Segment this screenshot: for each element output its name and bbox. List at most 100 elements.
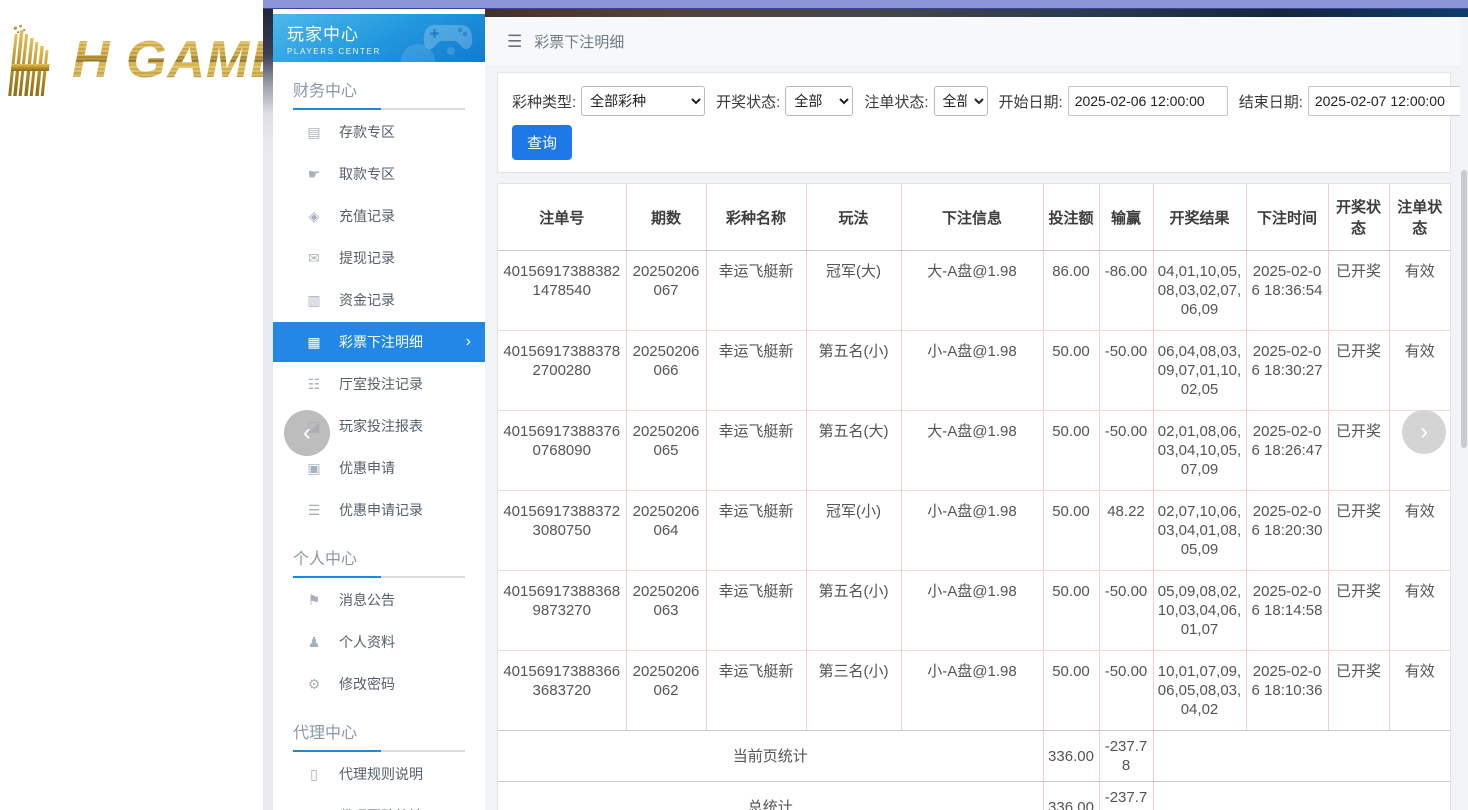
sidebar-item[interactable]: ♟个人资料	[273, 622, 485, 662]
sidebar-item-label: 优惠申请	[339, 458, 395, 478]
start-date-input[interactable]	[1068, 86, 1228, 116]
sidebar-item[interactable]: ▩代理团队统计	[273, 796, 485, 810]
table-header-row: 注单号 期数 彩种名称 玩法 下注信息 投注额 输赢 开奖结果 下注时间 开奖状…	[498, 184, 1450, 251]
table-cell: 20250206064	[626, 491, 706, 571]
table-cell: 401569173883689873270	[498, 571, 626, 651]
sidebar-item-label: 提现记录	[339, 248, 395, 268]
page: H GAME 玩家中心 PLA	[0, 0, 1468, 810]
table-cell: 有效	[1389, 331, 1450, 411]
table-cell: 2025-02-06 18:30:27	[1246, 331, 1328, 411]
draw-status-select[interactable]: 全部	[785, 86, 853, 116]
table-cell: 小-A盘@1.98	[901, 651, 1043, 731]
table-cell: 有效	[1389, 571, 1450, 651]
scrollbar-track[interactable]	[1460, 17, 1468, 810]
sidebar-item[interactable]: ▯代理规则说明	[273, 754, 485, 794]
filter-panel: 彩种类型: 全部彩种 开奖状态: 全部 注单状态:	[497, 72, 1451, 173]
brand-logo: H GAME	[6, 22, 286, 98]
document-icon: ▯	[305, 766, 323, 783]
table-cell: 2025-02-06 18:26:47	[1246, 411, 1328, 491]
sidebar-section-label: 财务中心	[293, 77, 465, 110]
table-cell: 冠军(小)	[806, 491, 901, 571]
top-accent-bar	[263, 0, 1468, 9]
table-cell: 小-A盘@1.98	[901, 571, 1043, 651]
table-row: 40156917388372308075020250206064幸运飞艇新冠军(…	[498, 491, 1450, 571]
page-title: 彩票下注明细	[534, 31, 624, 52]
sidebar-section-label: 代理中心	[293, 719, 465, 752]
logo-mark-icon	[6, 22, 72, 98]
sidebar-item-label: 消息公告	[339, 590, 395, 610]
summary-win-loss-cell: -237.78	[1099, 731, 1153, 782]
query-button[interactable]: 查询	[512, 125, 572, 160]
sidebar-item[interactable]: ▥资金记录	[273, 280, 485, 320]
gear-icon: ⚙	[305, 676, 323, 693]
sidebar-item-label: 玩家投注报表	[339, 416, 423, 436]
sidebar-item[interactable]: ☷厅室投注记录	[273, 364, 485, 404]
end-date-label: 结束日期:	[1239, 91, 1303, 112]
table-cell: 幸运飞艇新	[706, 331, 806, 411]
brand-area: H GAME	[0, 0, 263, 810]
sidebar-item-label: 存款专区	[339, 122, 395, 142]
summary-row: 总统计336.00-237.78	[498, 782, 1450, 810]
table-cell: 已开奖	[1328, 251, 1389, 331]
sidebar-item-label: 个人资料	[339, 632, 395, 652]
sidebar-item[interactable]: ▦彩票下注明细›	[273, 322, 485, 362]
table-row: 40156917388366368372020250206062幸运飞艇新第三名…	[498, 651, 1450, 731]
col-header-bet-time: 下注时间	[1246, 184, 1328, 251]
bet-status-select[interactable]: 全部	[934, 86, 988, 116]
table-cell: -50.00	[1099, 411, 1153, 491]
scrollbar-thumb[interactable]	[1461, 170, 1467, 448]
table-cell: 04,01,10,05,08,03,02,07,06,09	[1153, 251, 1246, 331]
main-content: ☰ 彩票下注明细 彩种类型: 全部彩种 开奖状态: 全部	[485, 17, 1468, 810]
start-date-filter: 开始日期:	[999, 86, 1228, 116]
withdraw-hand-icon: ☛	[305, 166, 323, 183]
table-cell: 20250206063	[626, 571, 706, 651]
table-cell: 大-A盘@1.98	[901, 251, 1043, 331]
chevron-right-icon: ›	[1420, 418, 1428, 446]
table-cell: 401569173883760768090	[498, 411, 626, 491]
table-cell: 50.00	[1043, 491, 1099, 571]
bet-status-label: 注单状态:	[864, 91, 928, 112]
table-cell: 06,04,08,03,09,07,01,10,02,05	[1153, 331, 1246, 411]
bet-detail-table: 注单号 期数 彩种名称 玩法 下注信息 投注额 输赢 开奖结果 下注时间 开奖状…	[498, 184, 1450, 810]
sidebar-item[interactable]: ▤存款专区	[273, 112, 485, 152]
sidebar-item[interactable]: ⚑消息公告	[273, 580, 485, 620]
col-header-bet-amount: 投注额	[1043, 184, 1099, 251]
sidebar-item[interactable]: ☰优惠申请记录	[273, 490, 485, 530]
table-cell: 86.00	[1043, 251, 1099, 331]
table-cell: 401569173883723080750	[498, 491, 626, 571]
sidebar-item-label: 充值记录	[339, 206, 395, 226]
filter-actions: 查询	[512, 125, 1436, 160]
hamburger-menu-icon[interactable]: ☰	[507, 32, 522, 52]
col-header-issue: 期数	[626, 184, 706, 251]
sidebar-item-label: 彩票下注明细	[339, 332, 423, 352]
col-header-play-type: 玩法	[806, 184, 901, 251]
table-cell: 幸运飞艇新	[706, 251, 806, 331]
sidebar-item[interactable]: ◈充值记录	[273, 196, 485, 236]
table-cell: -50.00	[1099, 331, 1153, 411]
col-header-lottery-name: 彩种名称	[706, 184, 806, 251]
panel-expand-button[interactable]: ›	[1402, 410, 1446, 454]
table-cell: 有效	[1389, 651, 1450, 731]
sidebar-item[interactable]: ⚙ 修改密码	[273, 664, 485, 704]
sidebar-item-label: 修改密码	[339, 674, 395, 694]
table-cell: 第五名(小)	[806, 331, 901, 411]
start-date-label: 开始日期:	[999, 91, 1063, 112]
lottery-type-filter: 彩种类型: 全部彩种	[512, 86, 705, 116]
lottery-type-select[interactable]: 全部彩种	[581, 86, 705, 116]
end-date-input[interactable]	[1308, 86, 1468, 116]
filter-row: 彩种类型: 全部彩种 开奖状态: 全部 注单状态:	[512, 86, 1436, 116]
sidebar-item[interactable]: ✉提现记录	[273, 238, 485, 278]
table-cell: 02,07,10,06,03,04,01,08,05,09	[1153, 491, 1246, 571]
table-cell: 幸运飞艇新	[706, 651, 806, 731]
table-cell: 2025-02-06 18:20:30	[1246, 491, 1328, 571]
col-header-draw-result: 开奖结果	[1153, 184, 1246, 251]
table-cell: 第三名(小)	[806, 651, 901, 731]
sidebar-item-label: 代理团队统计	[339, 806, 423, 810]
sidebar-item[interactable]: ☛取款专区	[273, 154, 485, 194]
summary-empty-cell	[1153, 731, 1450, 782]
bet-status-filter: 注单状态: 全部	[864, 86, 987, 116]
table-cell: 有效	[1389, 251, 1450, 331]
sidebar-collapse-button[interactable]: ‹	[284, 410, 330, 456]
table-cell: 已开奖	[1328, 411, 1389, 491]
table-cell: 20250206067	[626, 251, 706, 331]
